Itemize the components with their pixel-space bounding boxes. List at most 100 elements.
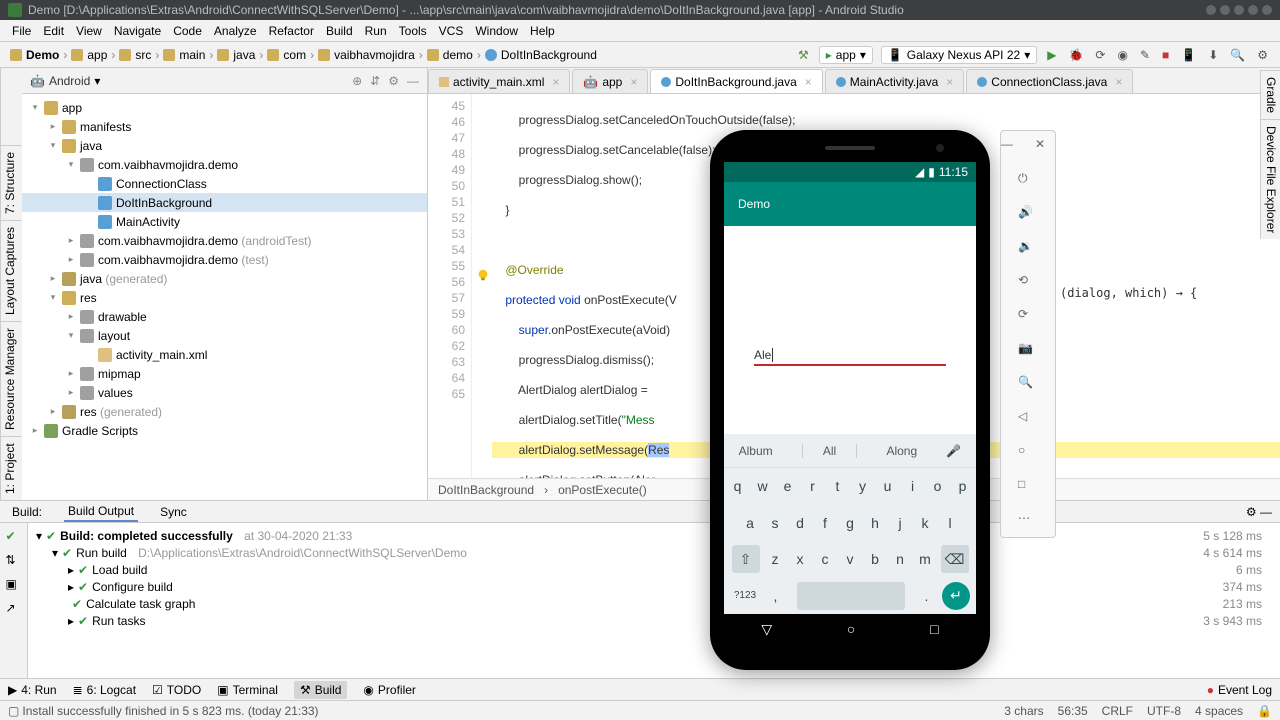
close-icon[interactable]: ✕: [1035, 137, 1055, 157]
project-tree[interactable]: ▾app ▸manifests ▾java ▾com.vaibhavmojidr…: [22, 94, 427, 500]
android-navbar[interactable]: ▽ ○ □: [724, 614, 976, 644]
crumb-4[interactable]: java: [213, 48, 259, 62]
tab-app[interactable]: 🤖app×: [572, 69, 648, 93]
text-input[interactable]: Ale: [754, 346, 946, 366]
emulator-controls: — ✕ ⏻ 🔊 🔉 ⟲ ⟳ 📷 🔍 ◁ ○ □ ⋯: [1000, 130, 1056, 538]
space-key[interactable]: [797, 582, 905, 610]
camera-icon[interactable]: 📷: [1018, 341, 1038, 361]
right-tool-tabs[interactable]: GradleDevice File Explorer: [1260, 70, 1280, 239]
menubar: File Edit View Navigate Code Analyze Ref…: [0, 20, 1280, 42]
tree-selected[interactable]: DoItInBackground: [22, 193, 427, 212]
hammer-icon[interactable]: ⚒: [792, 48, 815, 62]
run-tool[interactable]: ▶ 4: Run: [8, 683, 57, 697]
hide-icon[interactable]: —: [407, 74, 419, 88]
avd-icon[interactable]: 📱: [1175, 48, 1202, 62]
rotate-right-icon[interactable]: ⟳: [1018, 307, 1038, 327]
left-tool-tabs[interactable]: 1: ProjectResource ManagerLayout Capture…: [0, 68, 22, 500]
back-btn-icon[interactable]: ◁: [1018, 409, 1038, 429]
menu-vcs[interactable]: VCS: [433, 24, 470, 38]
build-tool[interactable]: ⚒ Build: [294, 681, 347, 699]
menu-view[interactable]: View: [70, 24, 108, 38]
tab-mainactivity[interactable]: MainActivity.java×: [825, 69, 965, 93]
editor-tabs: activity_main.xml× 🤖app× DoItInBackgroun…: [428, 68, 1280, 94]
backspace-key[interactable]: ⌫: [941, 545, 969, 573]
crumb-5[interactable]: com: [263, 48, 310, 62]
menu-help[interactable]: Help: [524, 24, 561, 38]
crumb-8[interactable]: DoItInBackground: [481, 48, 601, 62]
intention-bulb-icon[interactable]: [476, 268, 490, 282]
nav-toolbar: Demo› app› src› main› java› com› vaibhav…: [0, 42, 1280, 68]
sync-tab[interactable]: Sync: [156, 503, 191, 521]
run-icon[interactable]: ▶: [1041, 48, 1062, 62]
coverage-icon[interactable]: ⟳: [1089, 48, 1111, 62]
code-overflow: (dialog, which) → {: [1060, 286, 1197, 300]
menu-edit[interactable]: Edit: [37, 24, 70, 38]
build-output-tab[interactable]: Build Output: [64, 502, 138, 522]
shift-key[interactable]: ⇧: [732, 545, 760, 573]
soft-keyboard[interactable]: AlbumAllAlong🎤 qwertyuiop asdfghjkl ⇧zxc…: [724, 434, 976, 614]
crumb-1[interactable]: app: [67, 48, 111, 62]
project-header: 🤖 Android▾ ⊕ ⇵ ⚙ —: [22, 68, 427, 94]
enter-key[interactable]: ↵: [942, 582, 970, 610]
menu-file[interactable]: File: [6, 24, 37, 38]
zoom-icon[interactable]: 🔍: [1018, 375, 1038, 395]
collapse-icon[interactable]: ⇵: [370, 74, 380, 88]
build-side-tools[interactable]: ✔⇅▣↗: [0, 523, 28, 700]
crumb-7[interactable]: demo: [423, 48, 477, 62]
profile-icon[interactable]: ◉: [1111, 48, 1133, 62]
home-icon: ○: [847, 621, 855, 637]
build-gear-icon[interactable]: ⚙ —: [1246, 505, 1272, 519]
window-titlebar: Demo [D:\Applications\Extras\Android\Con…: [0, 0, 1280, 20]
gear-icon[interactable]: ⚙: [388, 74, 399, 88]
menu-refactor[interactable]: Refactor: [263, 24, 320, 38]
menu-window[interactable]: Window: [469, 24, 524, 38]
back-icon: ▽: [761, 621, 772, 638]
menu-tools[interactable]: Tools: [393, 24, 433, 38]
device-selector[interactable]: 📱Galaxy Nexus API 22▾: [881, 46, 1037, 64]
menu-build[interactable]: Build: [320, 24, 359, 38]
window-controls[interactable]: [1206, 5, 1272, 15]
stop-icon[interactable]: ■: [1156, 48, 1175, 62]
recent-icon: □: [930, 621, 938, 637]
logcat-tool[interactable]: ≣ 6: Logcat: [73, 683, 136, 697]
lock-icon[interactable]: 🔒: [1257, 704, 1272, 718]
run-config-selector[interactable]: ▸app▾: [819, 46, 873, 64]
menu-code[interactable]: Code: [167, 24, 208, 38]
line-gutter: 45464748495051525354555657596062636465: [428, 94, 472, 478]
menu-navigate[interactable]: Navigate: [108, 24, 167, 38]
overview-btn-icon[interactable]: □: [1018, 477, 1038, 497]
sdk-icon[interactable]: ⬇: [1202, 48, 1224, 62]
crumb-0[interactable]: Demo: [6, 48, 63, 62]
volume-up-icon[interactable]: 🔊: [1018, 205, 1038, 225]
menu-run[interactable]: Run: [359, 24, 393, 38]
minimize-icon[interactable]: —: [1001, 137, 1021, 157]
tab-connectionclass[interactable]: ConnectionClass.java×: [966, 69, 1133, 93]
todo-tool[interactable]: ☑ TODO: [152, 683, 201, 697]
rotate-left-icon[interactable]: ⟲: [1018, 273, 1038, 293]
more-icon[interactable]: ⋯: [1018, 511, 1038, 531]
attach-icon[interactable]: ✎: [1134, 48, 1156, 62]
crumb-3[interactable]: main: [159, 48, 209, 62]
crumb-6[interactable]: vaibhavmojidra: [314, 48, 419, 62]
project-view-selector[interactable]: Android: [49, 74, 90, 88]
build-tree[interactable]: ▾✔Build: completed successfully at 30-04…: [28, 523, 1280, 700]
power-icon[interactable]: ⏻: [1018, 171, 1038, 191]
tab-activity-main[interactable]: activity_main.xml×: [428, 69, 570, 93]
android-statusbar: ◢▮11:15: [724, 162, 976, 182]
tab-doitinbackground[interactable]: DoItInBackground.java×: [650, 69, 822, 93]
app-icon: [8, 3, 22, 17]
menu-analyze[interactable]: Analyze: [208, 24, 263, 38]
profiler-tool[interactable]: ◉ Profiler: [363, 683, 416, 697]
home-btn-icon[interactable]: ○: [1018, 443, 1038, 463]
project-pane: 🤖 Android▾ ⊕ ⇵ ⚙ — ▾app ▸manifests ▾java…: [22, 68, 428, 500]
debug-icon[interactable]: 🐞: [1062, 48, 1089, 62]
settings-icon[interactable]: ⚙: [1251, 48, 1274, 62]
mic-icon[interactable]: 🎤: [946, 444, 961, 458]
search-icon[interactable]: 🔍: [1224, 48, 1251, 62]
crumb-2[interactable]: src: [115, 48, 155, 62]
target-icon[interactable]: ⊕: [352, 74, 362, 88]
volume-down-icon[interactable]: 🔉: [1018, 239, 1038, 259]
terminal-tool[interactable]: ▣ Terminal: [217, 683, 278, 697]
emulator-screen[interactable]: ◢▮11:15 Demo Ale AlbumAllAlong🎤 qwertyui…: [724, 162, 976, 644]
event-log[interactable]: ● Event Log: [1207, 683, 1272, 697]
